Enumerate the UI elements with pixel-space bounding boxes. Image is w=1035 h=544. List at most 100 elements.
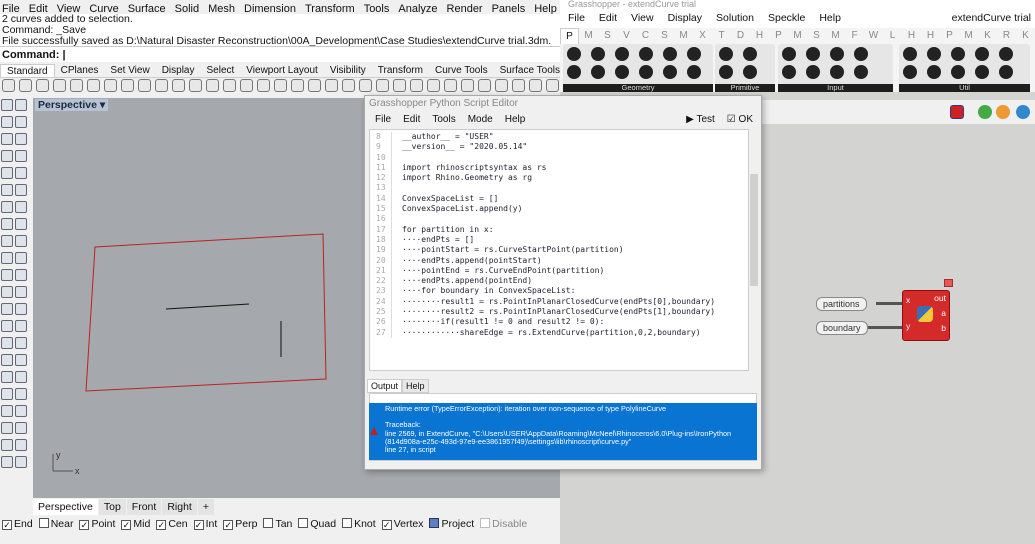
- gh-tab[interactable]: K: [1016, 28, 1035, 44]
- component-icon[interactable]: [639, 47, 653, 61]
- component-icon[interactable]: [743, 65, 757, 79]
- gh-tab[interactable]: M: [959, 28, 978, 44]
- toolbar-tool-icon[interactable]: [172, 79, 185, 92]
- osnap-int[interactable]: ✓ Int: [193, 518, 217, 530]
- toolbar-tool-icon[interactable]: [546, 79, 559, 92]
- editor-menu-file[interactable]: File: [375, 114, 391, 128]
- checkbox[interactable]: [38, 518, 49, 528]
- sphere-icon[interactable]: [1016, 105, 1030, 119]
- output-a[interactable]: a: [941, 308, 946, 318]
- viewport-title[interactable]: Perspective ▾: [35, 99, 109, 111]
- toolbar-tool-icon[interactable]: [376, 79, 389, 92]
- gh-tab[interactable]: P: [940, 28, 959, 44]
- osnap-vertex[interactable]: ✓ Vertex: [381, 518, 423, 530]
- command-line[interactable]: Command: |: [0, 46, 560, 62]
- component-icon[interactable]: [830, 65, 844, 79]
- checkbox[interactable]: [480, 518, 491, 528]
- test-button[interactable]: ▶ Test: [686, 114, 715, 125]
- toolbar-tool-icon[interactable]: [529, 79, 542, 92]
- editor-menu-mode[interactable]: Mode: [468, 114, 493, 128]
- component-icon[interactable]: [951, 47, 965, 61]
- component-icon[interactable]: [854, 65, 868, 79]
- left-tool-icon[interactable]: [15, 371, 27, 383]
- left-tool-icon[interactable]: [15, 133, 27, 145]
- osnap-knot[interactable]: Knot: [342, 518, 376, 530]
- gh-tab[interactable]: S: [598, 28, 617, 44]
- output-tab[interactable]: Help: [402, 379, 429, 393]
- viewport-tab[interactable]: Perspective: [33, 499, 98, 515]
- left-tool-icon[interactable]: [15, 218, 27, 230]
- component-icon[interactable]: [782, 65, 796, 79]
- osnap-project[interactable]: Project: [429, 518, 474, 530]
- component-icon[interactable]: [719, 65, 733, 79]
- toolbar-tool-icon[interactable]: [240, 79, 253, 92]
- osnap-tan[interactable]: Tan: [263, 518, 292, 530]
- gh-tab[interactable]: P: [769, 28, 788, 44]
- gh-tab[interactable]: X: [693, 28, 712, 44]
- left-tool-icon[interactable]: [1, 116, 13, 128]
- code-editor[interactable]: 8 __author__ = "USER" 9 __version__ = "2020…: [369, 129, 749, 371]
- editor-menu-edit[interactable]: Edit: [403, 114, 420, 128]
- gh-menu-help[interactable]: Help: [819, 12, 841, 26]
- left-tool-icon[interactable]: [1, 286, 13, 298]
- toolbar-tool-icon[interactable]: [189, 79, 202, 92]
- component-icon[interactable]: [806, 65, 820, 79]
- toolbar-tool-icon[interactable]: [70, 79, 83, 92]
- osnap-cen[interactable]: ✓ Cen: [156, 518, 188, 530]
- toolbar-tool-icon[interactable]: [274, 79, 287, 92]
- input-x[interactable]: x: [906, 295, 910, 305]
- toolbar-tool-icon[interactable]: [393, 79, 406, 92]
- param-partitions[interactable]: partitions: [816, 297, 867, 311]
- left-tool-icon[interactable]: [1, 150, 13, 162]
- left-tool-icon[interactable]: [1, 235, 13, 247]
- left-tool-icon[interactable]: [15, 167, 27, 179]
- checkbox[interactable]: ✓: [2, 520, 12, 530]
- gh-menu-view[interactable]: View: [631, 12, 654, 26]
- python-component[interactable]: x y out a b: [902, 290, 950, 341]
- display-icon[interactable]: [996, 105, 1010, 119]
- left-tool-icon[interactable]: [1, 167, 13, 179]
- gh-tab[interactable]: L: [883, 28, 902, 44]
- left-tool-icon[interactable]: [1, 201, 13, 213]
- viewport-tab[interactable]: Right: [162, 499, 197, 515]
- component-icon[interactable]: [687, 47, 701, 61]
- left-tool-icon[interactable]: [1, 388, 13, 400]
- left-tool-icon[interactable]: [15, 337, 27, 349]
- toolbar-tool-icon[interactable]: [121, 79, 134, 92]
- output-out[interactable]: out: [934, 293, 946, 303]
- component-icon[interactable]: [567, 65, 581, 79]
- toolbar-tab[interactable]: Standard: [0, 64, 55, 77]
- output-tab[interactable]: Output: [367, 379, 403, 393]
- gh-tab[interactable]: V: [617, 28, 636, 44]
- left-tool-icon[interactable]: [15, 252, 27, 264]
- viewport-tab[interactable]: Top: [98, 499, 126, 515]
- gh-tab[interactable]: M: [674, 28, 693, 44]
- toolbar-tab[interactable]: Visibility: [324, 64, 372, 77]
- gh-menu-display[interactable]: Display: [668, 12, 702, 26]
- osnap-near[interactable]: Near: [38, 518, 73, 530]
- toolbar-tab[interactable]: Surface Tools: [494, 64, 566, 77]
- left-tool-icon[interactable]: [1, 99, 13, 111]
- component-icon[interactable]: [999, 65, 1013, 79]
- component-icon[interactable]: [687, 65, 701, 79]
- toolbar-tab[interactable]: Set View: [104, 64, 155, 77]
- toolbar-tab[interactable]: CPlanes: [55, 64, 105, 77]
- component-icon[interactable]: [830, 47, 844, 61]
- left-tool-icon[interactable]: [15, 320, 27, 332]
- left-tool-icon[interactable]: [1, 371, 13, 383]
- component-icon[interactable]: [743, 47, 757, 61]
- component-icon[interactable]: [567, 47, 581, 61]
- left-tool-icon[interactable]: [15, 354, 27, 366]
- checkbox[interactable]: [298, 518, 309, 528]
- editor-menu-help[interactable]: Help: [505, 114, 526, 128]
- left-tool-icon[interactable]: [15, 99, 27, 111]
- checkbox[interactable]: ✓: [79, 520, 90, 530]
- component-icon[interactable]: [975, 47, 989, 61]
- toolbar-tab[interactable]: Curve Tools: [429, 64, 494, 77]
- checkbox[interactable]: ✓: [156, 520, 167, 530]
- left-tool-icon[interactable]: [1, 184, 13, 196]
- gh-tab[interactable]: H: [921, 28, 940, 44]
- toolbar-tab[interactable]: Transform: [372, 64, 429, 77]
- osnap-perp[interactable]: ✓ Perp: [223, 518, 257, 530]
- component-icon[interactable]: [903, 65, 917, 79]
